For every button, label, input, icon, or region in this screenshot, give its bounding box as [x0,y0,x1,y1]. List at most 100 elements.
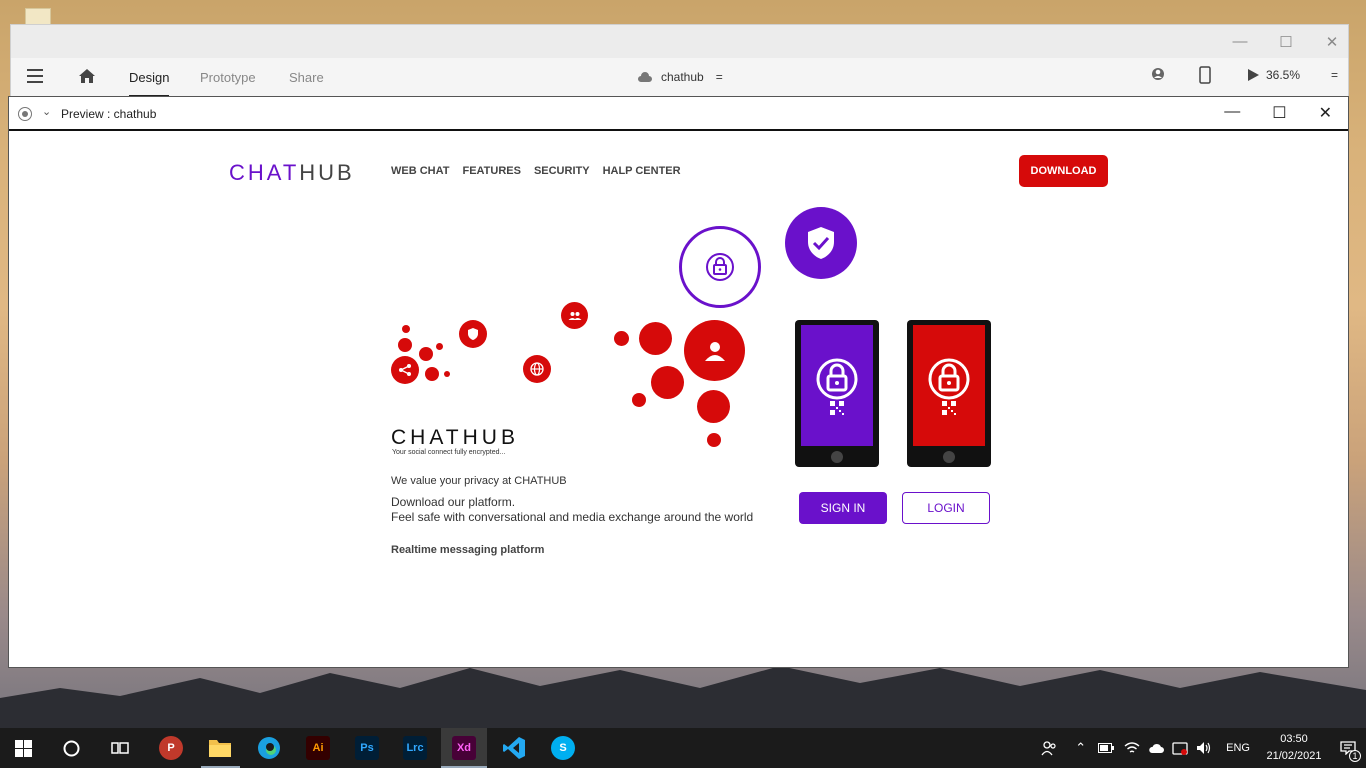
decor-dot [651,366,684,399]
download-button[interactable]: DOWNLOAD [1019,155,1108,187]
record-icon[interactable] [18,107,32,121]
system-tray: ⌃ ENG 03:50 21/02/2021 1 [1041,728,1366,768]
site-logo[interactable]: CHATHUB [229,160,355,186]
shield-check-icon [785,207,857,279]
logo-part-chat: CHAT [229,160,300,185]
wifi-icon[interactable] [1124,741,1140,755]
lock-icon [816,358,858,399]
chevron-down-icon[interactable]: ⌄ [42,105,51,118]
decor-dot [402,325,410,333]
phone-home-button [943,451,955,463]
hero-title: CHATHUB [391,426,519,449]
file-explorer-icon[interactable] [208,737,232,759]
globe-icon [523,355,551,383]
platform-text: Realtime messaging platform [391,544,545,556]
artboard: CHATHUB WEB CHAT FEATURES SECURITY HALP … [9,131,1348,667]
decor-dot [436,343,443,350]
qr-code-icon [942,400,956,415]
decor-dot [419,347,433,361]
xd-titlebar: — ☐ ✕ [11,25,1348,58]
edge-browser-icon[interactable] [257,736,281,760]
vscode-icon[interactable] [502,736,526,760]
phone-home-button [831,451,843,463]
privacy-text: We value your privacy at CHATHUB [391,475,567,487]
xd-toolbar: Design Prototype Share chathub = 36.5% = [11,58,1348,97]
share-icon [391,356,419,384]
preview-window: ⌄ Preview : chathub — ☐ ✕ CHATHUB WEB CH… [8,96,1349,668]
nav-halp-center[interactable]: HALP CENTER [603,165,681,177]
phone-mockup-purple [795,320,879,467]
phone-mockup-red [907,320,991,467]
document-title[interactable]: chathub = [637,70,723,84]
logo-part-hub: HUB [299,160,355,185]
windows-taskbar: P Ai Ps Lrc Xd S ⌃ ENG 03:50 21/02/2021 … [0,728,1366,768]
zoom-menu-icon[interactable]: = [1331,68,1338,82]
document-name: chathub [661,70,704,84]
tray-chevron-up-icon[interactable]: ⌃ [1075,740,1086,756]
maximize-icon[interactable]: ☐ [1278,33,1294,51]
decor-dot [632,393,646,407]
zoom-level[interactable]: 36.5% [1266,68,1300,82]
adobe-xd-icon[interactable]: Xd [452,736,476,760]
illustrator-icon[interactable]: Ai [306,736,330,760]
decor-dot [707,433,721,447]
lightroom-classic-icon[interactable]: Lrc [403,736,427,760]
cloud-icon [638,72,652,82]
download-text: Download our platform. [391,495,516,509]
user-icon [684,320,745,381]
minimize-icon[interactable]: — [1224,103,1240,123]
notification-count: 1 [1349,750,1361,762]
task-view-icon[interactable] [111,740,129,756]
preview-titlebar: ⌄ Preview : chathub — ☐ ✕ [9,97,1348,131]
tab-design[interactable]: Design [129,70,170,97]
hamburger-menu-icon[interactable] [27,69,43,87]
play-icon[interactable] [1246,68,1260,82]
photoshop-icon[interactable]: Ps [355,736,379,760]
desktop-wallpaper-forest [0,666,1366,728]
nav-security[interactable]: SECURITY [534,165,590,177]
hero-tagline: Your social connect fully encrypted... [392,449,506,456]
decor-dot [614,331,629,346]
login-button[interactable]: LOGIN [902,492,990,524]
sign-in-button[interactable]: SIGN IN [799,492,887,524]
search-icon[interactable] [63,740,80,757]
maximize-icon[interactable]: ☐ [1272,103,1286,123]
decor-dot [425,367,439,381]
onedrive-icon[interactable] [1148,742,1165,754]
skype-icon[interactable]: S [551,736,575,760]
security-alert-icon[interactable] [1172,741,1188,755]
nav-features[interactable]: FEATURES [462,165,520,177]
group-icon [561,302,588,329]
system-clock[interactable]: 03:50 21/02/2021 [1258,731,1330,765]
preview-title: Preview : chathub [61,107,157,121]
people-icon[interactable] [1041,740,1057,756]
lock-icon [928,358,970,399]
mobile-preview-icon[interactable] [1199,66,1211,84]
notification-center-icon[interactable]: 1 [1330,728,1366,768]
invite-user-icon[interactable] [1151,67,1167,83]
adobe-xd-window: — ☐ ✕ Design Prototype Share chathub = 3… [10,24,1349,97]
papirus-app-icon[interactable]: P [159,736,183,760]
battery-icon[interactable] [1098,743,1115,753]
clock-time: 03:50 [1280,733,1308,745]
minimize-icon[interactable]: — [1232,33,1248,51]
lock-circle-icon [679,226,761,308]
tab-share[interactable]: Share [289,70,324,85]
safety-text: Feel safe with conversational and media … [391,510,754,524]
document-menu-icon[interactable]: = [716,70,723,84]
decor-dot [398,338,412,352]
qr-code-icon [830,400,844,415]
decor-dot [639,322,672,355]
close-icon[interactable]: ✕ [1324,33,1340,51]
decor-dot [697,390,730,423]
site-nav: WEB CHAT FEATURES SECURITY HALP CENTER [391,165,681,177]
tab-prototype[interactable]: Prototype [200,70,256,85]
close-icon[interactable]: ✕ [1319,103,1332,123]
decor-dot [444,371,450,377]
volume-icon[interactable] [1196,741,1212,755]
windows-start-icon[interactable] [15,740,32,757]
language-indicator[interactable]: ENG [1226,742,1250,754]
nav-web-chat[interactable]: WEB CHAT [391,165,449,177]
shield-icon [459,320,487,348]
home-icon[interactable] [78,67,96,85]
